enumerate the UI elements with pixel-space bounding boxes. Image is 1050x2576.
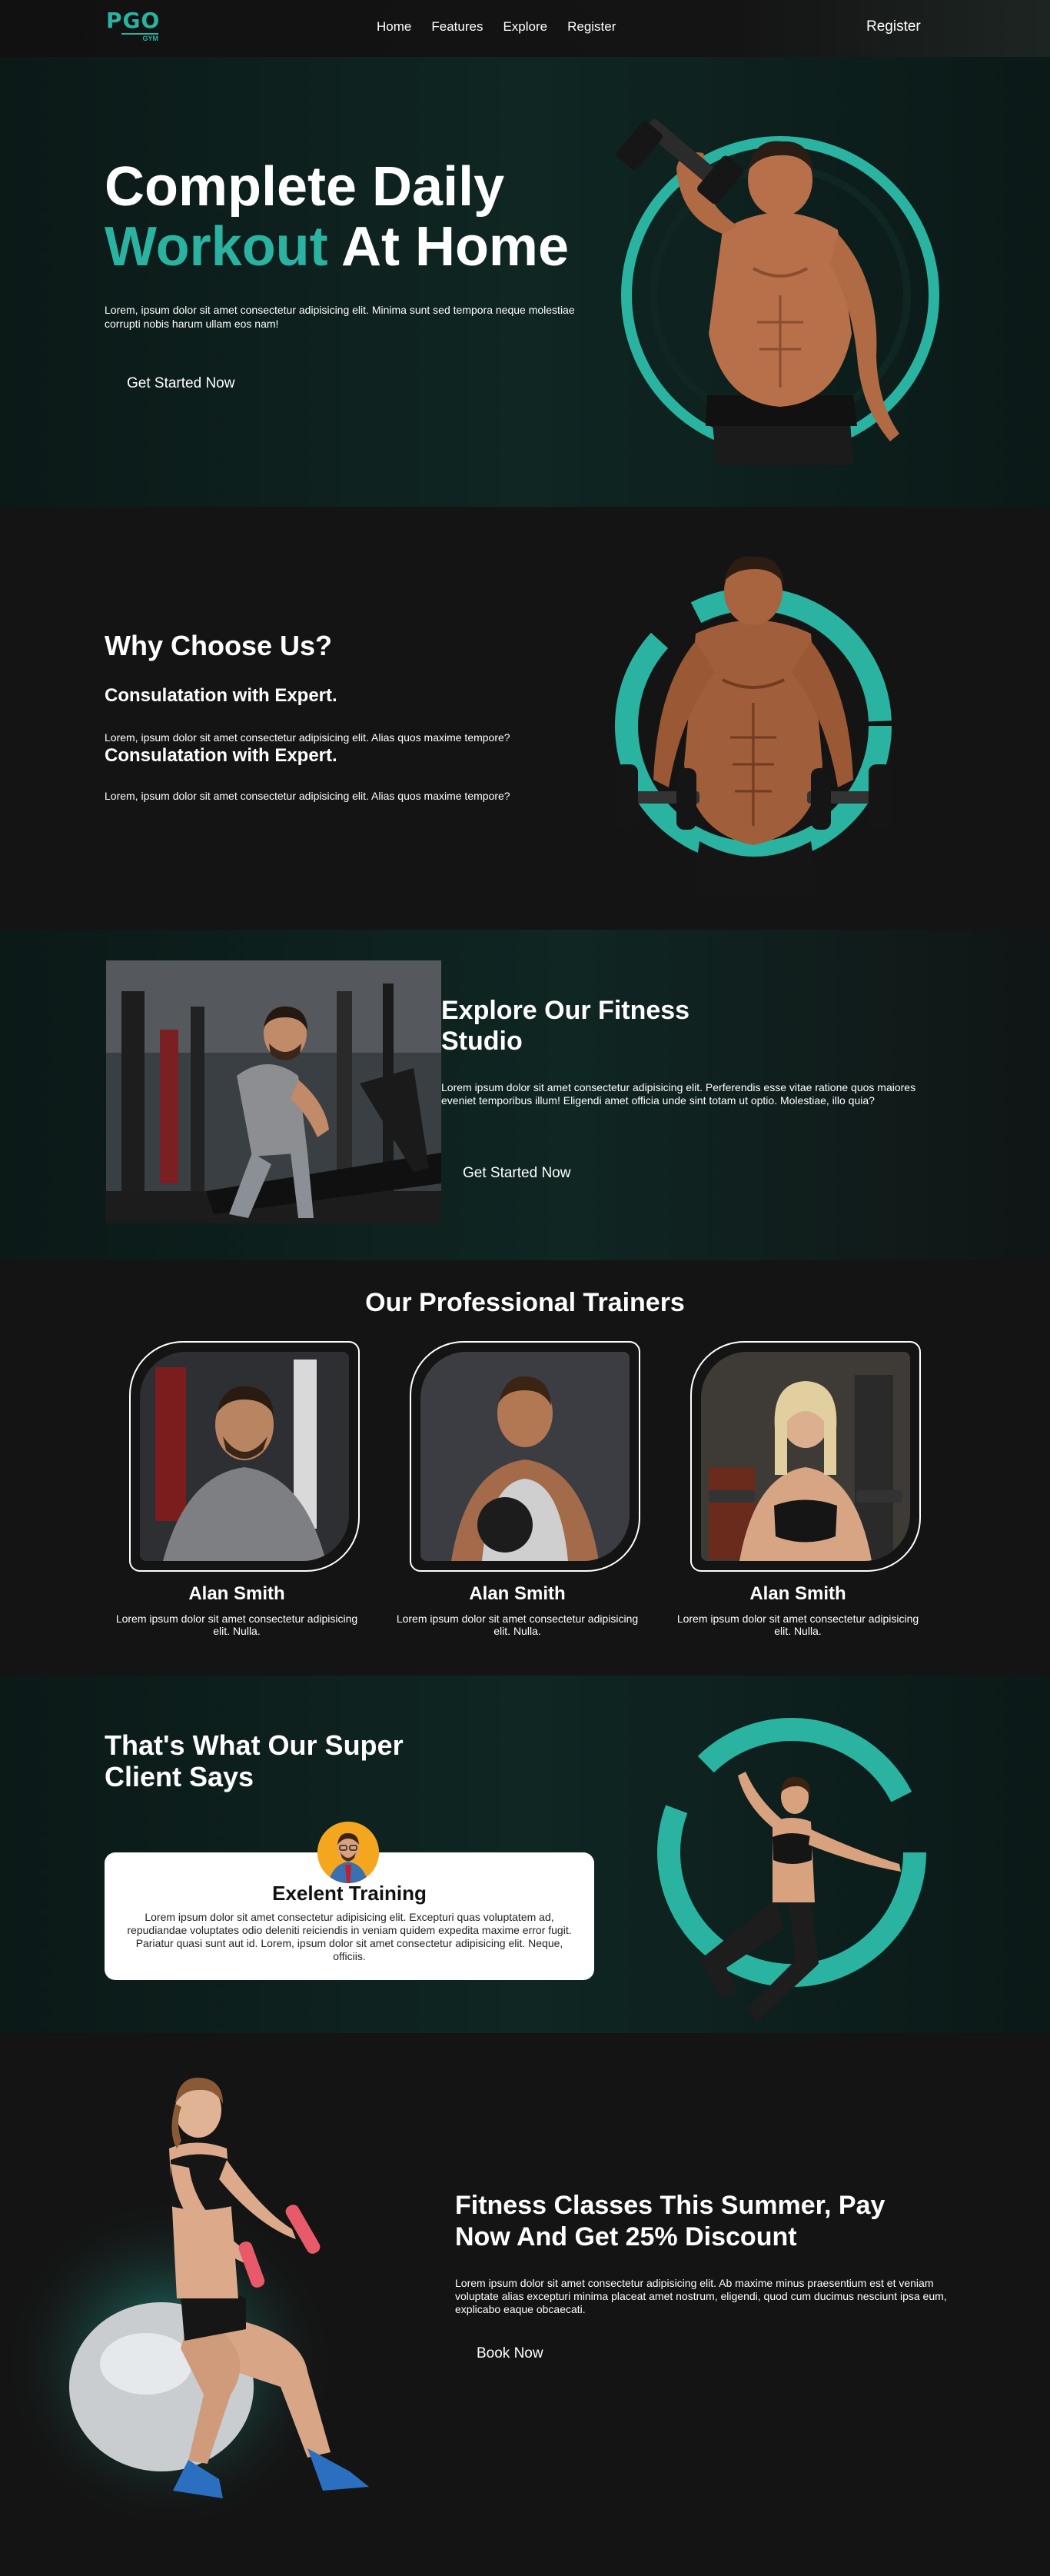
promo-description: Lorem ipsum dolor sit amet consectetur a…	[455, 2277, 947, 2315]
top-navbar: PGO GYM Home Features Explore Register R…	[0, 0, 1050, 57]
trainers-title: Our Professional Trainers	[365, 1288, 685, 1317]
why-item-heading: Consulatation with Expert.	[105, 685, 337, 706]
hero-athlete-image	[616, 119, 939, 464]
trainer-photo	[140, 1352, 349, 1561]
why-title: Why Choose Us?	[105, 630, 333, 661]
fitness-ball-woman-image	[0, 2077, 369, 2525]
gym-treadmill-image	[106, 960, 441, 1223]
testimonial-section: That's What Our Super Client Says Exelen…	[0, 1676, 1050, 2033]
why-item-heading: Consulatation with Expert.	[105, 745, 337, 766]
get-started-button[interactable]: Get Started Now	[127, 375, 234, 392]
main-nav: Home Features Explore Register	[377, 19, 616, 35]
register-button[interactable]: Register	[866, 18, 921, 35]
client-avatar	[317, 1822, 379, 1883]
dancing-woman-image	[657, 1718, 926, 2022]
logo-text: PGO	[106, 8, 161, 33]
trainer-photo	[420, 1352, 630, 1561]
why-item-text: Lorem, ipsum dolor sit amet consectetur …	[105, 790, 510, 802]
trainer-name: Alan Smith	[469, 1583, 566, 1604]
brand-logo[interactable]: PGO GYM	[106, 9, 168, 46]
hero-title-line1: Complete Daily	[105, 156, 505, 218]
nav-link-explore[interactable]: Explore	[503, 19, 547, 35]
trainer-card[interactable]: Alan Smith Lorem ipsum dolor sit amet co…	[106, 1341, 367, 1637]
explore-description: Lorem ipsum dolor sit amet consectetur a…	[441, 1081, 916, 1107]
why-choose-us-section: Why Choose Us? Consulatation with Expert…	[0, 507, 1050, 930]
trainer-photo-frame	[690, 1341, 921, 1572]
testimonial-card-title: Exelent Training	[272, 1882, 427, 1905]
dumbbell-athlete-image	[615, 556, 892, 895]
promo-title: Fitness Classes This Summer, Pay Now And…	[455, 2191, 886, 2252]
trainers-section: Our Professional Trainers Alan Smith Lor…	[0, 1260, 1050, 1676]
trainer-description: Lorem ipsum dolor sit amet consectetur a…	[676, 1612, 919, 1637]
trainer-name: Alan Smith	[749, 1583, 846, 1604]
trainer-card[interactable]: Alan Smith Lorem ipsum dolor sit amet co…	[387, 1341, 648, 1637]
explore-get-started-button[interactable]: Get Started Now	[463, 1165, 570, 1182]
hero-title-rest: At Home	[327, 216, 569, 278]
hero-title: Complete Daily Workout At Home	[105, 157, 569, 277]
trainer-photo-frame	[129, 1341, 360, 1572]
logo-subtext: GYM	[121, 33, 158, 42]
trainer-description: Lorem ipsum dolor sit amet consectetur a…	[396, 1612, 639, 1637]
trainer-photo-frame	[410, 1341, 640, 1572]
nav-link-features[interactable]: Features	[431, 19, 483, 35]
why-item-text: Lorem, ipsum dolor sit amet consectetur …	[105, 731, 510, 744]
trainer-card[interactable]: Alan Smith Lorem ipsum dolor sit amet co…	[667, 1341, 929, 1637]
explore-title: Explore Our Fitness Studio	[441, 996, 690, 1056]
testimonial-card: Exelent Training Lorem ipsum dolor sit a…	[105, 1822, 594, 1980]
testimonial-card-text: Lorem ipsum dolor sit amet consectetur a…	[127, 1911, 572, 1962]
nav-link-register[interactable]: Register	[567, 19, 616, 35]
hero-description: Lorem, ipsum dolor sit amet consectetur …	[105, 304, 575, 330]
testimonial-title: That's What Our Super Client Says	[105, 1729, 404, 1792]
trainer-description: Lorem ipsum dolor sit amet consectetur a…	[115, 1612, 358, 1637]
book-now-button[interactable]: Book Now	[477, 2345, 543, 2362]
promo-section: Fitness Classes This Summer, Pay Now And…	[0, 2033, 1050, 2529]
explore-section: Explore Our Fitness Studio Lorem ipsum d…	[0, 930, 1050, 1260]
hero-section: Complete Daily Workout At Home Lorem, ip…	[0, 57, 1050, 507]
nav-link-home[interactable]: Home	[377, 19, 411, 35]
trainer-photo	[701, 1352, 910, 1561]
hero-title-highlight: Workout	[105, 216, 328, 278]
trainer-name: Alan Smith	[188, 1583, 285, 1604]
